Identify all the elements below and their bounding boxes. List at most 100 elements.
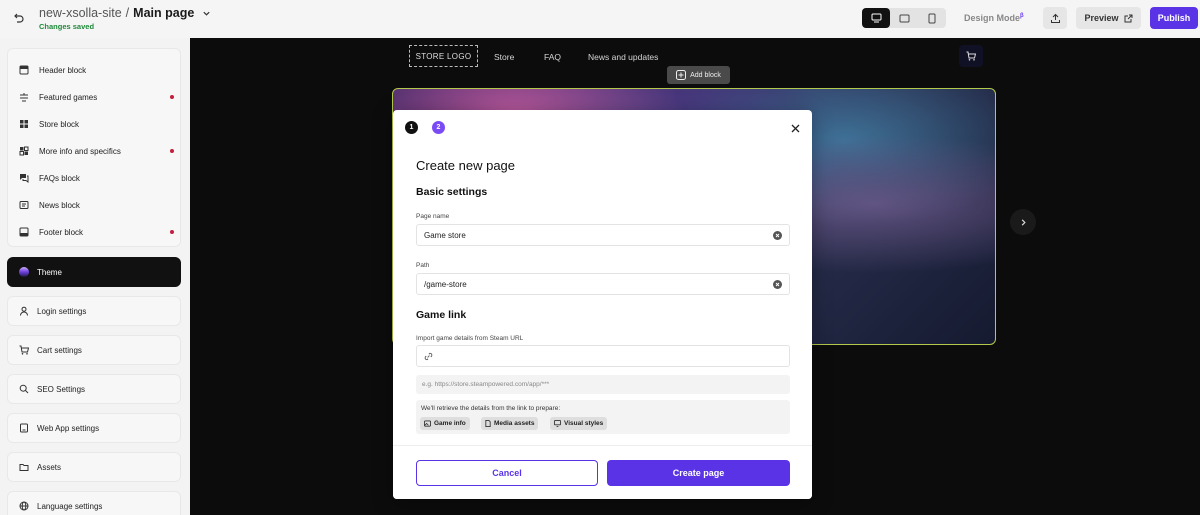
sidebar-item-web-app-settings[interactable]: Web App settings <box>7 413 181 443</box>
page-name-label: Page name <box>416 213 450 220</box>
sidebar-item-footer-block[interactable]: Footer block <box>19 225 174 239</box>
clear-icon[interactable] <box>773 280 782 289</box>
sidebar-item-label: Cart settings <box>37 345 82 355</box>
banner-next-button[interactable] <box>1010 209 1036 235</box>
breadcrumb-separator: / <box>125 6 130 20</box>
site-name: new-xsolla-site <box>39 6 122 20</box>
header-block-icon <box>19 65 29 75</box>
external-link-icon <box>1124 14 1133 22</box>
back-button[interactable] <box>8 7 30 29</box>
step-1-indicator: 1 <box>405 121 418 134</box>
add-block-button[interactable]: Add block <box>667 66 730 84</box>
device-switcher <box>862 8 946 28</box>
undo-icon <box>14 13 24 23</box>
upload-icon <box>1050 13 1060 23</box>
sidebar: Header block Featured games Store block … <box>0 38 190 515</box>
faqs-block-icon <box>19 173 29 183</box>
import-info-box: We'll retrieve the details from the link… <box>416 400 790 434</box>
close-icon <box>791 124 799 132</box>
chip-visual-styles: Visual styles <box>550 417 608 430</box>
close-button[interactable] <box>789 122 801 134</box>
nav-link-faq[interactable]: FAQ <box>544 52 561 62</box>
sidebar-item-language-settings[interactable]: Language settings <box>7 491 181 515</box>
sidebar-item-label: Featured games <box>39 92 98 102</box>
top-bar: new-xsolla-site / Main page Changes save… <box>0 0 1200 38</box>
mobile-view-button[interactable] <box>918 8 946 28</box>
sidebar-item-label: News block <box>39 200 80 210</box>
alert-dot <box>170 230 174 234</box>
nav-link-store[interactable]: Store <box>494 52 514 62</box>
mobile-icon <box>928 13 936 23</box>
tablet-view-button[interactable] <box>890 8 918 28</box>
nav-link-news[interactable]: News and updates <box>588 52 658 62</box>
blocks-list: Header block Featured games Store block … <box>7 48 181 247</box>
sidebar-item-label: Header block <box>39 65 87 75</box>
preview-button[interactable]: Preview <box>1076 7 1141 29</box>
path-input[interactable]: /game-store <box>416 273 790 295</box>
path-value: /game-store <box>424 279 467 289</box>
sidebar-item-featured-games[interactable]: Featured games <box>19 90 174 104</box>
sidebar-item-theme[interactable]: Theme <box>7 257 181 287</box>
sidebar-item-faqs-block[interactable]: FAQs block <box>19 171 174 185</box>
sidebar-item-label: Web App settings <box>37 423 100 433</box>
step-2-indicator: 2 <box>432 121 445 134</box>
sidebar-item-more-info[interactable]: More info and specifics <box>19 144 174 158</box>
sidebar-item-label: Login settings <box>37 306 87 316</box>
site-breadcrumb[interactable]: new-xsolla-site / Main page <box>39 6 211 20</box>
cancel-button[interactable]: Cancel <box>416 460 598 486</box>
design-mode-label: Design Mode <box>964 13 1021 23</box>
featured-games-icon <box>19 92 29 102</box>
export-button[interactable] <box>1043 7 1067 29</box>
folder-icon <box>19 462 29 472</box>
store-block-icon <box>19 119 29 129</box>
sidebar-item-label: Theme <box>37 267 62 277</box>
monitor-icon <box>554 420 561 427</box>
desktop-view-button[interactable] <box>862 8 890 28</box>
chevron-down-icon[interactable] <box>202 9 211 18</box>
create-page-modal: 1 2 Create new page Basic settings Page … <box>393 110 812 499</box>
basic-settings-heading: Basic settings <box>416 186 488 198</box>
sidebar-item-header-block[interactable]: Header block <box>19 63 174 77</box>
sidebar-item-label: Store block <box>39 119 80 129</box>
design-mode-toggle[interactable]: Design Modeβ <box>964 13 1024 23</box>
cart-icon <box>966 51 976 61</box>
steam-url-input[interactable] <box>416 345 790 367</box>
sidebar-item-store-block[interactable]: Store block <box>19 117 174 131</box>
more-info-icon <box>19 146 29 156</box>
sidebar-item-assets[interactable]: Assets <box>7 452 181 482</box>
sidebar-item-login-settings[interactable]: Login settings <box>7 296 181 326</box>
import-info-text: We'll retrieve the details from the link… <box>421 405 561 412</box>
page-name-input[interactable]: Game store <box>416 224 790 246</box>
sidebar-item-news-block[interactable]: News block <box>19 198 174 212</box>
globe-icon <box>19 501 29 511</box>
plus-square-icon <box>676 70 687 80</box>
add-block-label: Add block <box>690 71 721 79</box>
web-app-icon <box>19 423 29 433</box>
alert-dot <box>170 95 174 99</box>
search-icon <box>19 384 29 394</box>
sidebar-item-label: More info and specifics <box>39 146 121 156</box>
sidebar-item-cart-settings[interactable]: Cart settings <box>7 335 181 365</box>
cart-icon <box>19 345 29 355</box>
beta-badge: β <box>1020 13 1024 19</box>
create-page-button[interactable]: Create page <box>607 460 790 486</box>
game-link-heading: Game link <box>416 309 467 321</box>
image-icon <box>424 420 431 427</box>
chip-game-info: Game info <box>420 417 470 430</box>
steam-url-label: Import game details from Steam URL <box>416 335 524 342</box>
publish-button[interactable]: Publish <box>1150 7 1198 29</box>
desktop-icon <box>871 13 881 23</box>
clear-icon[interactable] <box>773 231 782 240</box>
page-name: Main page <box>133 6 195 20</box>
store-cart-button[interactable] <box>959 45 983 67</box>
save-status: Changes saved <box>39 22 95 31</box>
theme-swatch-icon <box>19 267 29 277</box>
modal-footer: Cancel Create page <box>393 445 812 499</box>
sidebar-item-seo-settings[interactable]: SEO Settings <box>7 374 181 404</box>
store-logo[interactable]: STORE LOGO <box>409 45 478 67</box>
alert-dot <box>170 149 174 153</box>
page-name-value: Game store <box>424 230 466 240</box>
footer-block-icon <box>19 227 29 237</box>
user-icon <box>19 306 29 316</box>
sidebar-item-label: FAQs block <box>39 173 80 183</box>
